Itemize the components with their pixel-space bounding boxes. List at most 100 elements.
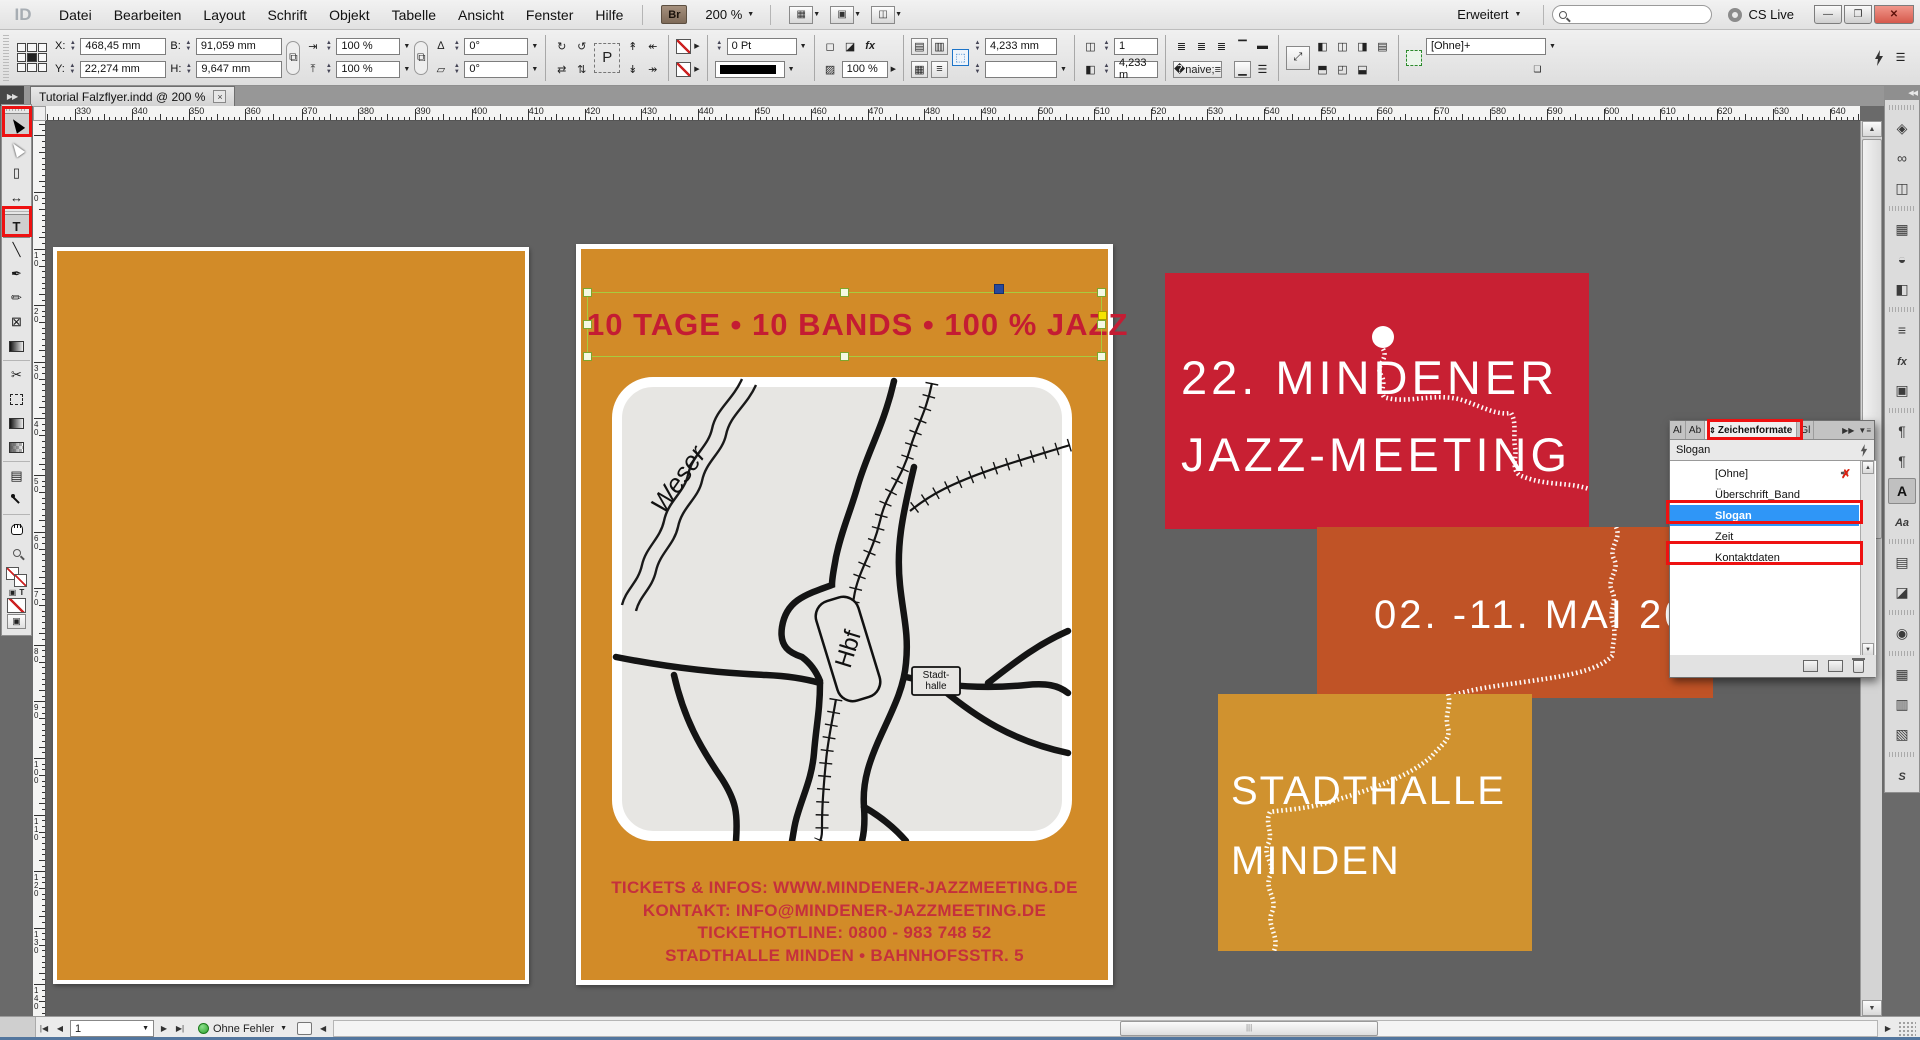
object-style-dropdown[interactable]: [Ohne]+ — [1426, 38, 1546, 55]
panel-button-links[interactable]: ∞ — [1888, 145, 1916, 171]
clear-overrides-icon[interactable]: ❏ — [1529, 61, 1546, 78]
align-objects-left-button[interactable]: ◧ — [1314, 38, 1331, 55]
eyedropper-tool[interactable] — [3, 488, 30, 512]
auto-size-button[interactable]: ⤢ — [1286, 46, 1310, 70]
height-stepper[interactable] — [184, 61, 193, 77]
prev-page-button[interactable]: ◀ — [52, 1021, 68, 1037]
select-container-icon[interactable]: P — [594, 43, 620, 73]
valign-center-button[interactable]: ▬ — [1254, 38, 1271, 55]
city-map[interactable]: Weser Hbf S — [612, 377, 1072, 841]
gutter-stepper[interactable] — [1102, 61, 1111, 77]
panel-button-paragraph[interactable]: ¶ — [1888, 418, 1916, 444]
width-field[interactable]: 91,059 mm — [196, 38, 282, 55]
free-transform-tool[interactable] — [3, 387, 30, 411]
stroke-weight-field[interactable]: 0 Pt — [727, 38, 797, 55]
panel-button-object-styles[interactable]: ▣ — [1888, 377, 1916, 403]
panel-collapse-icon[interactable]: ▶▶ — [0, 86, 24, 106]
effects-menu-button[interactable]: fx — [862, 38, 879, 55]
arrange-documents-button[interactable]: ◫ — [871, 6, 895, 24]
apply-none-button[interactable] — [7, 598, 26, 613]
valign-top-button[interactable]: ▔ — [1234, 38, 1251, 55]
new-style-button[interactable] — [1828, 660, 1843, 672]
selection-handle[interactable] — [1097, 288, 1106, 297]
dock-drag-handle[interactable] — [1889, 610, 1915, 615]
x-field[interactable]: 468,45 mm — [80, 38, 166, 55]
minimize-button[interactable]: — — [1814, 5, 1842, 24]
spacing-stepper[interactable] — [973, 38, 982, 54]
selection-handle[interactable] — [840, 352, 849, 361]
stroke-weight-stepper[interactable] — [715, 38, 724, 54]
menu-hilfe[interactable]: Hilfe — [584, 0, 634, 30]
document-tab[interactable]: Tutorial Falzflyer.indd @ 200 % × — [30, 86, 235, 106]
selection-handle[interactable] — [583, 320, 592, 329]
dock-drag-handle[interactable] — [1889, 105, 1915, 110]
height-field[interactable]: 9,647 mm — [196, 61, 282, 78]
rotation-field[interactable]: 0° — [464, 38, 528, 55]
align-objects-hcenter-button[interactable]: ◫ — [1334, 38, 1351, 55]
scroll-right-icon[interactable]: ▶ — [1880, 1021, 1896, 1037]
wrap-bounding-box-button[interactable]: ▥ — [931, 38, 948, 55]
opacity-field[interactable]: 100 % — [842, 61, 888, 78]
pasteboard[interactable]: Weser Hbf S — [46, 121, 1860, 1016]
contact-block[interactable]: TICKETS & INFOS: WWW.MINDENER-JAZZMEETIN… — [581, 877, 1108, 967]
venue-panel[interactable]: STADTHALLE MINDEN — [1218, 694, 1532, 951]
align-left-button[interactable]: ≣ — [1173, 38, 1190, 55]
panel-button-character[interactable]: Aa — [1888, 508, 1916, 534]
menu-layout[interactable]: Layout — [192, 0, 256, 30]
cs-live-label[interactable]: CS Live — [1748, 7, 1794, 22]
menu-tabelle[interactable]: Tabelle — [381, 0, 447, 30]
panel-button-swatches[interactable]: ▦ — [1888, 216, 1916, 242]
preflight-menu-icon[interactable] — [297, 1022, 312, 1035]
scale-x-stepper[interactable] — [324, 38, 333, 54]
fill-color-swatch[interactable] — [676, 62, 691, 77]
date-panel[interactable]: 02. -11. MAI 201 — [1317, 527, 1713, 698]
panel-button-gradient[interactable]: ◧ — [1888, 276, 1916, 302]
constrain-scale-link-icon[interactable]: ⧉ — [414, 41, 428, 75]
panel-button-data-merge[interactable]: ◉ — [1888, 620, 1916, 646]
stroke-color-swatch[interactable] — [676, 39, 691, 54]
new-style-group-button[interactable] — [1803, 660, 1818, 672]
close-button[interactable]: ✕ — [1874, 5, 1914, 24]
preflight-status-label[interactable]: Ohne Fehler — [213, 1023, 274, 1035]
spacing-field[interactable]: 4,233 mm — [985, 38, 1057, 55]
x-stepper[interactable] — [68, 38, 77, 54]
scroll-up-icon[interactable]: ▲ — [1862, 121, 1882, 137]
panel-expand-icon[interactable]: ▶▶ — [1842, 426, 1854, 435]
rotate-ccw-button[interactable]: ↺ — [573, 38, 590, 55]
panel-tab-partial[interactable]: Ab — [1686, 421, 1705, 439]
menu-datei[interactable]: Datei — [48, 0, 103, 30]
frame-fitting-icon[interactable]: ⬚ — [952, 49, 969, 66]
direct-selection-tool[interactable] — [3, 137, 30, 161]
note-tool[interactable]: ▤ — [3, 464, 30, 488]
panel-button-layers[interactable]: ◈ — [1888, 115, 1916, 141]
panel-tab-partial[interactable]: Al — [1670, 421, 1686, 439]
rectangle-tool[interactable] — [3, 334, 30, 358]
rotation-stepper[interactable] — [452, 38, 461, 54]
menu-objekt[interactable]: Objekt — [318, 0, 380, 30]
line-tool[interactable]: ╲ — [3, 238, 30, 262]
workspace-switcher[interactable]: Erweitert ▼ — [1457, 7, 1521, 22]
headline-panel[interactable]: 22. MINDENER JAZZ-MEETING — [1165, 273, 1589, 529]
y-field[interactable]: 22,274 mm — [80, 61, 166, 78]
flyer-page-left[interactable] — [57, 251, 525, 980]
style-row-ohne[interactable]: [Ohne] — [1670, 463, 1859, 484]
panel-button-paragraph-styles[interactable]: ¶ — [1888, 448, 1916, 474]
scroll-up-icon[interactable]: ▲ — [1862, 461, 1874, 474]
screen-mode-button[interactable]: ▣ — [830, 6, 854, 24]
select-parent-button[interactable]: ↡ — [624, 61, 641, 78]
panel-button-cell-styles[interactable]: ▧ — [1888, 721, 1916, 747]
wrap-object-shape-button[interactable]: ▦ — [911, 61, 928, 78]
fill-stroke-swatches[interactable] — [6, 567, 28, 587]
y-stepper[interactable] — [68, 61, 77, 77]
zoom-tool[interactable] — [3, 541, 30, 565]
align-center-button[interactable]: ≣ — [1193, 38, 1210, 55]
apply-gradient-button[interactable]: ▣ — [7, 614, 26, 629]
pencil-tool[interactable]: ✏ — [3, 286, 30, 310]
panel-button-text-wrap[interactable]: ▤ — [1888, 549, 1916, 575]
panel-button-color[interactable]: ◒ — [1888, 246, 1916, 272]
stroke-swatch-none[interactable] — [14, 574, 27, 587]
menu-schrift[interactable]: Schrift — [256, 0, 318, 30]
pen-tool[interactable]: ✒ — [3, 262, 30, 286]
wrap-jump-button[interactable]: ≡ — [931, 61, 948, 78]
width-stepper[interactable] — [184, 38, 193, 54]
